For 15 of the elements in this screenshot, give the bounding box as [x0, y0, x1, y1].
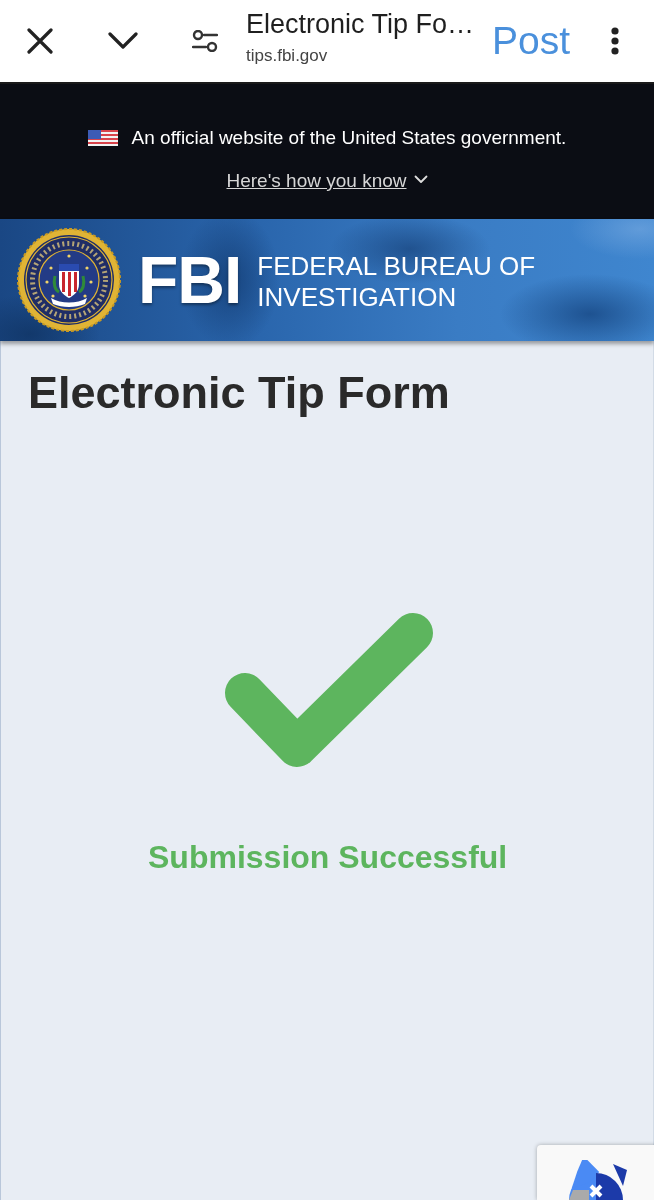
how-you-know-link[interactable]: Here's how you know — [226, 170, 407, 191]
form-title: Electronic Tip Form — [28, 366, 450, 420]
status-message: Submission Successful — [148, 839, 508, 875]
agency-name: FEDERAL BUREAU OF INVESTIGATION — [257, 251, 536, 313]
close-icon[interactable] — [27, 28, 53, 54]
url-text: tips.fbi.gov — [246, 45, 328, 67]
gov-notice-text: An official website of the United States government. Here's how you know — [30, 116, 624, 202]
sliders-icon[interactable] — [192, 30, 218, 52]
more-icon[interactable] — [611, 27, 619, 55]
flag-icon — [87, 130, 118, 146]
chevron-down-icon[interactable] — [108, 32, 138, 50]
agency-wordmark: FBI — [138, 247, 242, 313]
checkmark-icon — [225, 613, 435, 769]
page-title: Electronic Tip Fo… — [246, 8, 475, 41]
seal-icon — [17, 228, 121, 332]
